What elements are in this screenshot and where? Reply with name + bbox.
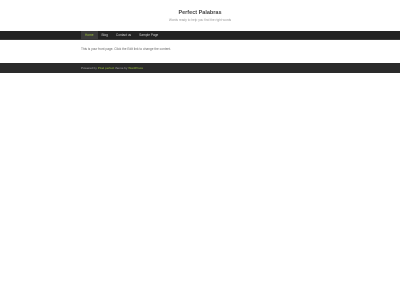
- main-navigation: Home Blog Contact us Sample Page: [0, 31, 400, 40]
- page-content-text: This is your front page. Click the Edit …: [81, 47, 172, 51]
- footer-wordpress-link[interactable]: WordPress: [128, 66, 143, 70]
- site-footer: Powered by Pixel perfect theme by WordPr…: [0, 63, 400, 73]
- nav-item-contact-us[interactable]: Contact us: [112, 31, 135, 39]
- footer-prefix: Powered by: [81, 66, 98, 70]
- site-description: Words ready to help you find the right w…: [168, 18, 232, 22]
- site-title[interactable]: Perfect Palabras: [0, 10, 400, 16]
- footer-middle: theme by: [114, 66, 129, 70]
- nav-item-blog[interactable]: Blog: [98, 31, 112, 39]
- footer-credits: Powered by Pixel perfect theme by WordPr…: [81, 63, 143, 73]
- footer-theme-link[interactable]: Pixel perfect: [98, 66, 115, 70]
- nav-item-home[interactable]: Home: [81, 31, 98, 39]
- nav-item-sample-page[interactable]: Sample Page: [135, 31, 162, 39]
- nav-menu: Home Blog Contact us Sample Page: [81, 31, 162, 39]
